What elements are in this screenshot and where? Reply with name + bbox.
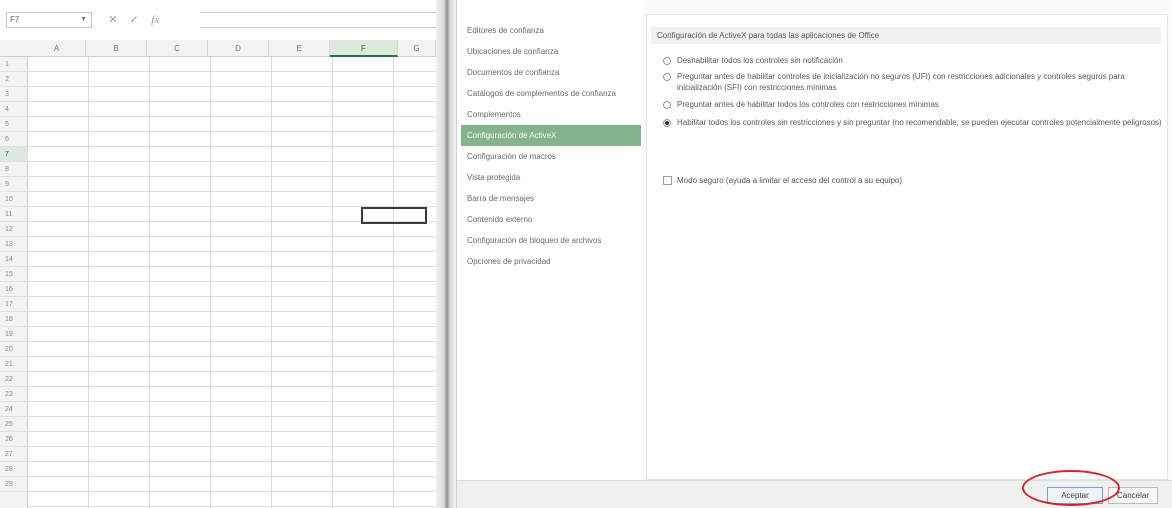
radio-button-selected[interactable] bbox=[663, 119, 671, 127]
row-header[interactable]: 16 bbox=[0, 282, 28, 297]
row-header[interactable]: 15 bbox=[0, 267, 28, 282]
dialog-footer: Aceptar Cancelar bbox=[457, 480, 1172, 508]
formula-tools: ✕ ✓ fx bbox=[104, 10, 200, 30]
row-header[interactable]: 21 bbox=[0, 357, 28, 372]
cancel-entry-icon[interactable]: ✕ bbox=[104, 10, 122, 30]
nav-item[interactable]: Catálogos de complementos de confianza bbox=[457, 83, 643, 104]
option-enable-all[interactable]: Habilitar todos los controles sin restri… bbox=[663, 117, 1163, 128]
active-cell[interactable] bbox=[361, 207, 427, 224]
trust-center-dialog: Editores de confianza Ubicaciones de conf… bbox=[456, 0, 1172, 508]
confirm-entry-icon[interactable]: ✓ bbox=[125, 10, 143, 30]
safe-mode-option[interactable]: Modo seguro (ayuda a limitar el acceso d… bbox=[663, 175, 1077, 186]
row-header[interactable]: 14 bbox=[0, 252, 28, 267]
formula-input[interactable] bbox=[200, 12, 436, 28]
column-header[interactable]: G bbox=[398, 40, 436, 57]
activex-settings-panel: Configuración de ActiveX para todas las … bbox=[646, 14, 1168, 480]
name-box-value: F7 bbox=[10, 15, 20, 24]
column-header[interactable]: A bbox=[28, 40, 86, 57]
column-header[interactable]: B bbox=[86, 40, 147, 57]
safe-mode-checkbox[interactable] bbox=[663, 176, 672, 185]
option-prompt-all[interactable]: Preguntar antes de habilitar todos los c… bbox=[663, 99, 1163, 110]
trust-center-nav: Editores de confianza Ubicaciones de conf… bbox=[457, 0, 643, 480]
chevron-down-icon[interactable]: ▼ bbox=[80, 13, 87, 27]
column-header[interactable]: D bbox=[208, 40, 269, 57]
column-headers: ABCDEFG bbox=[0, 40, 436, 57]
option-label: Preguntar antes de habilitar todos los c… bbox=[677, 100, 939, 109]
option-label: Preguntar antes de habilitar controles d… bbox=[677, 72, 1125, 92]
option-disable-all[interactable]: Deshabilitar todos los controles sin not… bbox=[663, 55, 1163, 66]
cancel-button[interactable]: Cancelar bbox=[1108, 487, 1158, 504]
name-box[interactable]: F7 ▼ bbox=[6, 12, 92, 28]
row-header[interactable]: 27 bbox=[0, 447, 28, 462]
row-header[interactable]: 7 bbox=[0, 147, 28, 162]
row-header[interactable]: 9 bbox=[0, 177, 28, 192]
row-header[interactable]: 19 bbox=[0, 327, 28, 342]
radio-button[interactable] bbox=[663, 73, 671, 81]
row-header[interactable]: 1 bbox=[0, 57, 28, 72]
row-header[interactable]: 5 bbox=[0, 117, 28, 132]
accept-button[interactable]: Aceptar bbox=[1047, 487, 1103, 504]
nav-item[interactable]: Vista protegida bbox=[457, 167, 643, 188]
nav-item[interactable]: Complementos bbox=[457, 104, 643, 125]
row-header[interactable]: 23 bbox=[0, 387, 28, 402]
row-header[interactable]: 20 bbox=[0, 342, 28, 357]
row-header[interactable]: 8 bbox=[0, 162, 28, 177]
option-prompt-ufi-sfi[interactable]: Preguntar antes de habilitar controles d… bbox=[663, 71, 1163, 93]
row-header[interactable]: 13 bbox=[0, 237, 28, 252]
row-header[interactable]: 22 bbox=[0, 372, 28, 387]
row-header[interactable]: 3 bbox=[0, 87, 28, 102]
row-header[interactable]: 2 bbox=[0, 72, 28, 87]
nav-item[interactable]: Barra de mensajes bbox=[457, 188, 643, 209]
nav-item[interactable]: Configuración de bloqueo de archivos bbox=[457, 230, 643, 251]
nav-item[interactable]: Ubicaciones de confianza bbox=[457, 41, 643, 62]
row-header[interactable]: 25 bbox=[0, 417, 28, 432]
row-header[interactable]: 29 bbox=[0, 477, 28, 492]
column-header[interactable]: C bbox=[147, 40, 208, 57]
formula-bar: F7 ▼ ✕ ✓ fx bbox=[0, 8, 436, 32]
section-title: Configuración de ActiveX para todas las … bbox=[651, 27, 1161, 44]
option-label: Deshabilitar todos los controles sin not… bbox=[677, 56, 843, 65]
row-headers: 1 2 3 4 5 6 7 8 9 10 11 12 13 14 15 16 17 18 19 20 21 22 23 24 2… bbox=[0, 57, 28, 508]
insert-function-icon[interactable]: fx bbox=[146, 10, 164, 30]
row-header[interactable]: 28 bbox=[0, 462, 28, 477]
row-header[interactable]: 26 bbox=[0, 432, 28, 447]
option-label: Habilitar todos los controles sin restri… bbox=[677, 118, 1162, 127]
radio-button[interactable] bbox=[663, 101, 671, 109]
nav-item[interactable]: Configuración de ActiveX bbox=[461, 125, 641, 146]
excel-window: F7 ▼ ✕ ✓ fx ABCDEFG 1 2 3 4 5 6 7 8 9 10 11 12 13 14 1… bbox=[0, 0, 436, 508]
radio-button[interactable] bbox=[663, 57, 671, 65]
row-header[interactable]: 17 bbox=[0, 297, 28, 312]
safe-mode-label: Modo seguro (ayuda a limitar el acceso d… bbox=[677, 176, 903, 185]
spreadsheet-grid[interactable] bbox=[28, 57, 436, 508]
row-header[interactable]: 4 bbox=[0, 102, 28, 117]
window-divider bbox=[436, 0, 456, 508]
nav-item[interactable]: Editores de confianza bbox=[457, 20, 643, 41]
row-header[interactable]: 10 bbox=[0, 192, 28, 207]
column-header[interactable]: E bbox=[269, 40, 330, 57]
row-header[interactable]: 24 bbox=[0, 402, 28, 417]
nav-item[interactable]: Contenido externo bbox=[457, 209, 643, 230]
nav-item[interactable]: Opciones de privacidad bbox=[457, 251, 643, 272]
row-header[interactable]: 11 bbox=[0, 207, 28, 222]
row-header[interactable]: 18 bbox=[0, 312, 28, 327]
row-header[interactable]: 6 bbox=[0, 132, 28, 147]
nav-item[interactable]: Documentos de confianza bbox=[457, 62, 643, 83]
column-header[interactable]: F bbox=[330, 40, 398, 57]
row-header[interactable]: 12 bbox=[0, 222, 28, 237]
nav-item[interactable]: Configuración de macros bbox=[457, 146, 643, 167]
